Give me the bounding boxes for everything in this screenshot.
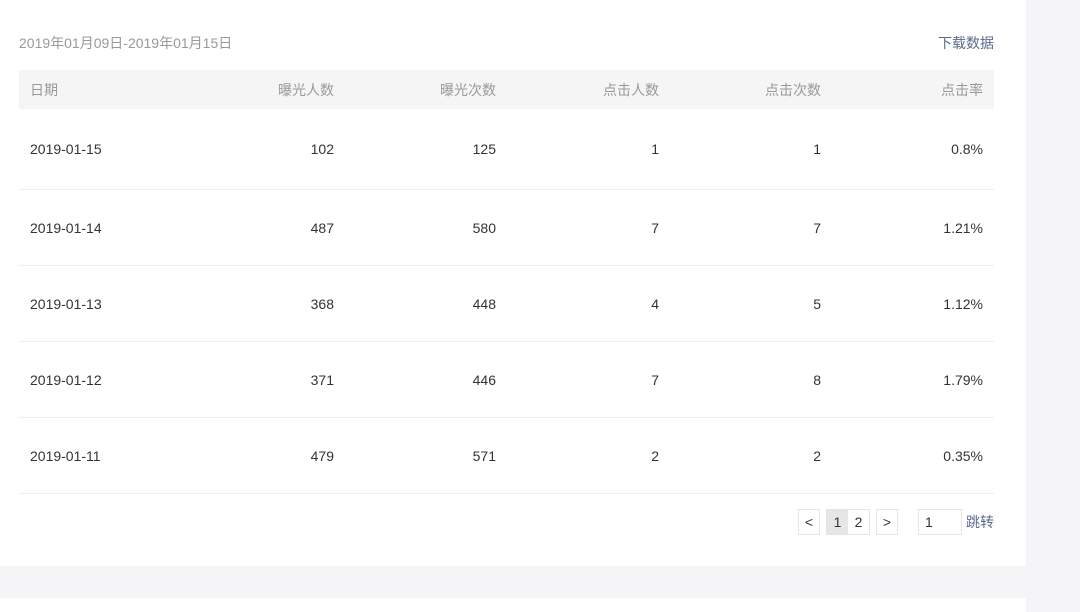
column-header-click-users: 点击人数 [603,81,659,98]
cell-click-count: 8 [813,371,821,388]
cell-click-count: 7 [813,219,821,236]
cell-click-rate: 1.21% [943,219,983,236]
prev-page-button[interactable]: < [798,509,820,535]
data-card: 2019年01月09日-2019年01月15日 下载数据 日期 曝光人数 曝光次… [0,0,1026,566]
cell-click-count: 5 [813,295,821,312]
cell-exposure-users: 102 [310,141,334,157]
cell-click-users: 4 [651,295,659,312]
table-header: 日期 曝光人数 曝光次数 点击人数 点击次数 点击率 [19,70,994,109]
column-header-exposure-users: 曝光人数 [278,81,334,98]
cell-click-users: 7 [651,219,659,236]
date-range-label: 2019年01月09日-2019年01月15日 [19,35,233,51]
cell-click-count: 1 [813,141,821,157]
cell-exposure-users: 487 [310,219,334,236]
stats-table: 日期 曝光人数 曝光次数 点击人数 点击次数 点击率 2019-01-15 10… [19,70,994,494]
table-row: 2019-01-15 102 125 1 1 0.8% [19,109,994,190]
cell-click-users: 1 [651,141,659,157]
cell-click-rate: 0.8% [951,141,983,157]
cell-date: 2019-01-13 [30,295,102,312]
download-data-link[interactable]: 下载数据 [938,34,994,52]
table-row: 2019-01-14 487 580 7 7 1.21% [19,190,994,266]
table-row: 2019-01-11 479 571 2 2 0.35% [19,418,994,494]
cell-date: 2019-01-12 [30,371,102,388]
cell-exposure-count: 571 [472,447,496,464]
jump-page-input[interactable] [918,509,962,535]
cell-click-users: 2 [651,447,659,464]
next-card [0,598,1026,612]
cell-click-count: 2 [813,447,821,464]
cell-exposure-count: 125 [472,141,496,157]
column-header-date: 日期 [30,81,58,98]
cell-click-rate: 0.35% [943,447,983,464]
pagination: < 1 2 > 跳转 [798,509,994,535]
column-header-click-count: 点击次数 [765,81,821,98]
cell-date: 2019-01-15 [30,141,102,157]
cell-click-rate: 1.79% [943,371,983,388]
page-list: 1 2 [826,509,870,535]
cell-click-users: 7 [651,371,659,388]
cell-exposure-count: 448 [472,295,496,312]
cell-exposure-users: 479 [310,447,334,464]
page-1-button[interactable]: 1 [827,510,848,534]
column-header-click-rate: 点击率 [941,81,983,98]
table-row: 2019-01-12 371 446 7 8 1.79% [19,342,994,418]
cell-date: 2019-01-14 [30,219,102,236]
cell-click-rate: 1.12% [943,295,983,312]
cell-date: 2019-01-11 [30,447,101,464]
cell-exposure-users: 368 [310,295,334,312]
page-2-button[interactable]: 2 [848,510,869,534]
cell-exposure-users: 371 [310,371,334,388]
cell-exposure-count: 446 [472,371,496,388]
table-row: 2019-01-13 368 448 4 5 1.12% [19,266,994,342]
column-header-exposure-count: 曝光次数 [440,81,496,98]
jump-button[interactable]: 跳转 [966,512,994,532]
next-page-button[interactable]: > [876,509,898,535]
cell-exposure-count: 580 [472,219,496,236]
